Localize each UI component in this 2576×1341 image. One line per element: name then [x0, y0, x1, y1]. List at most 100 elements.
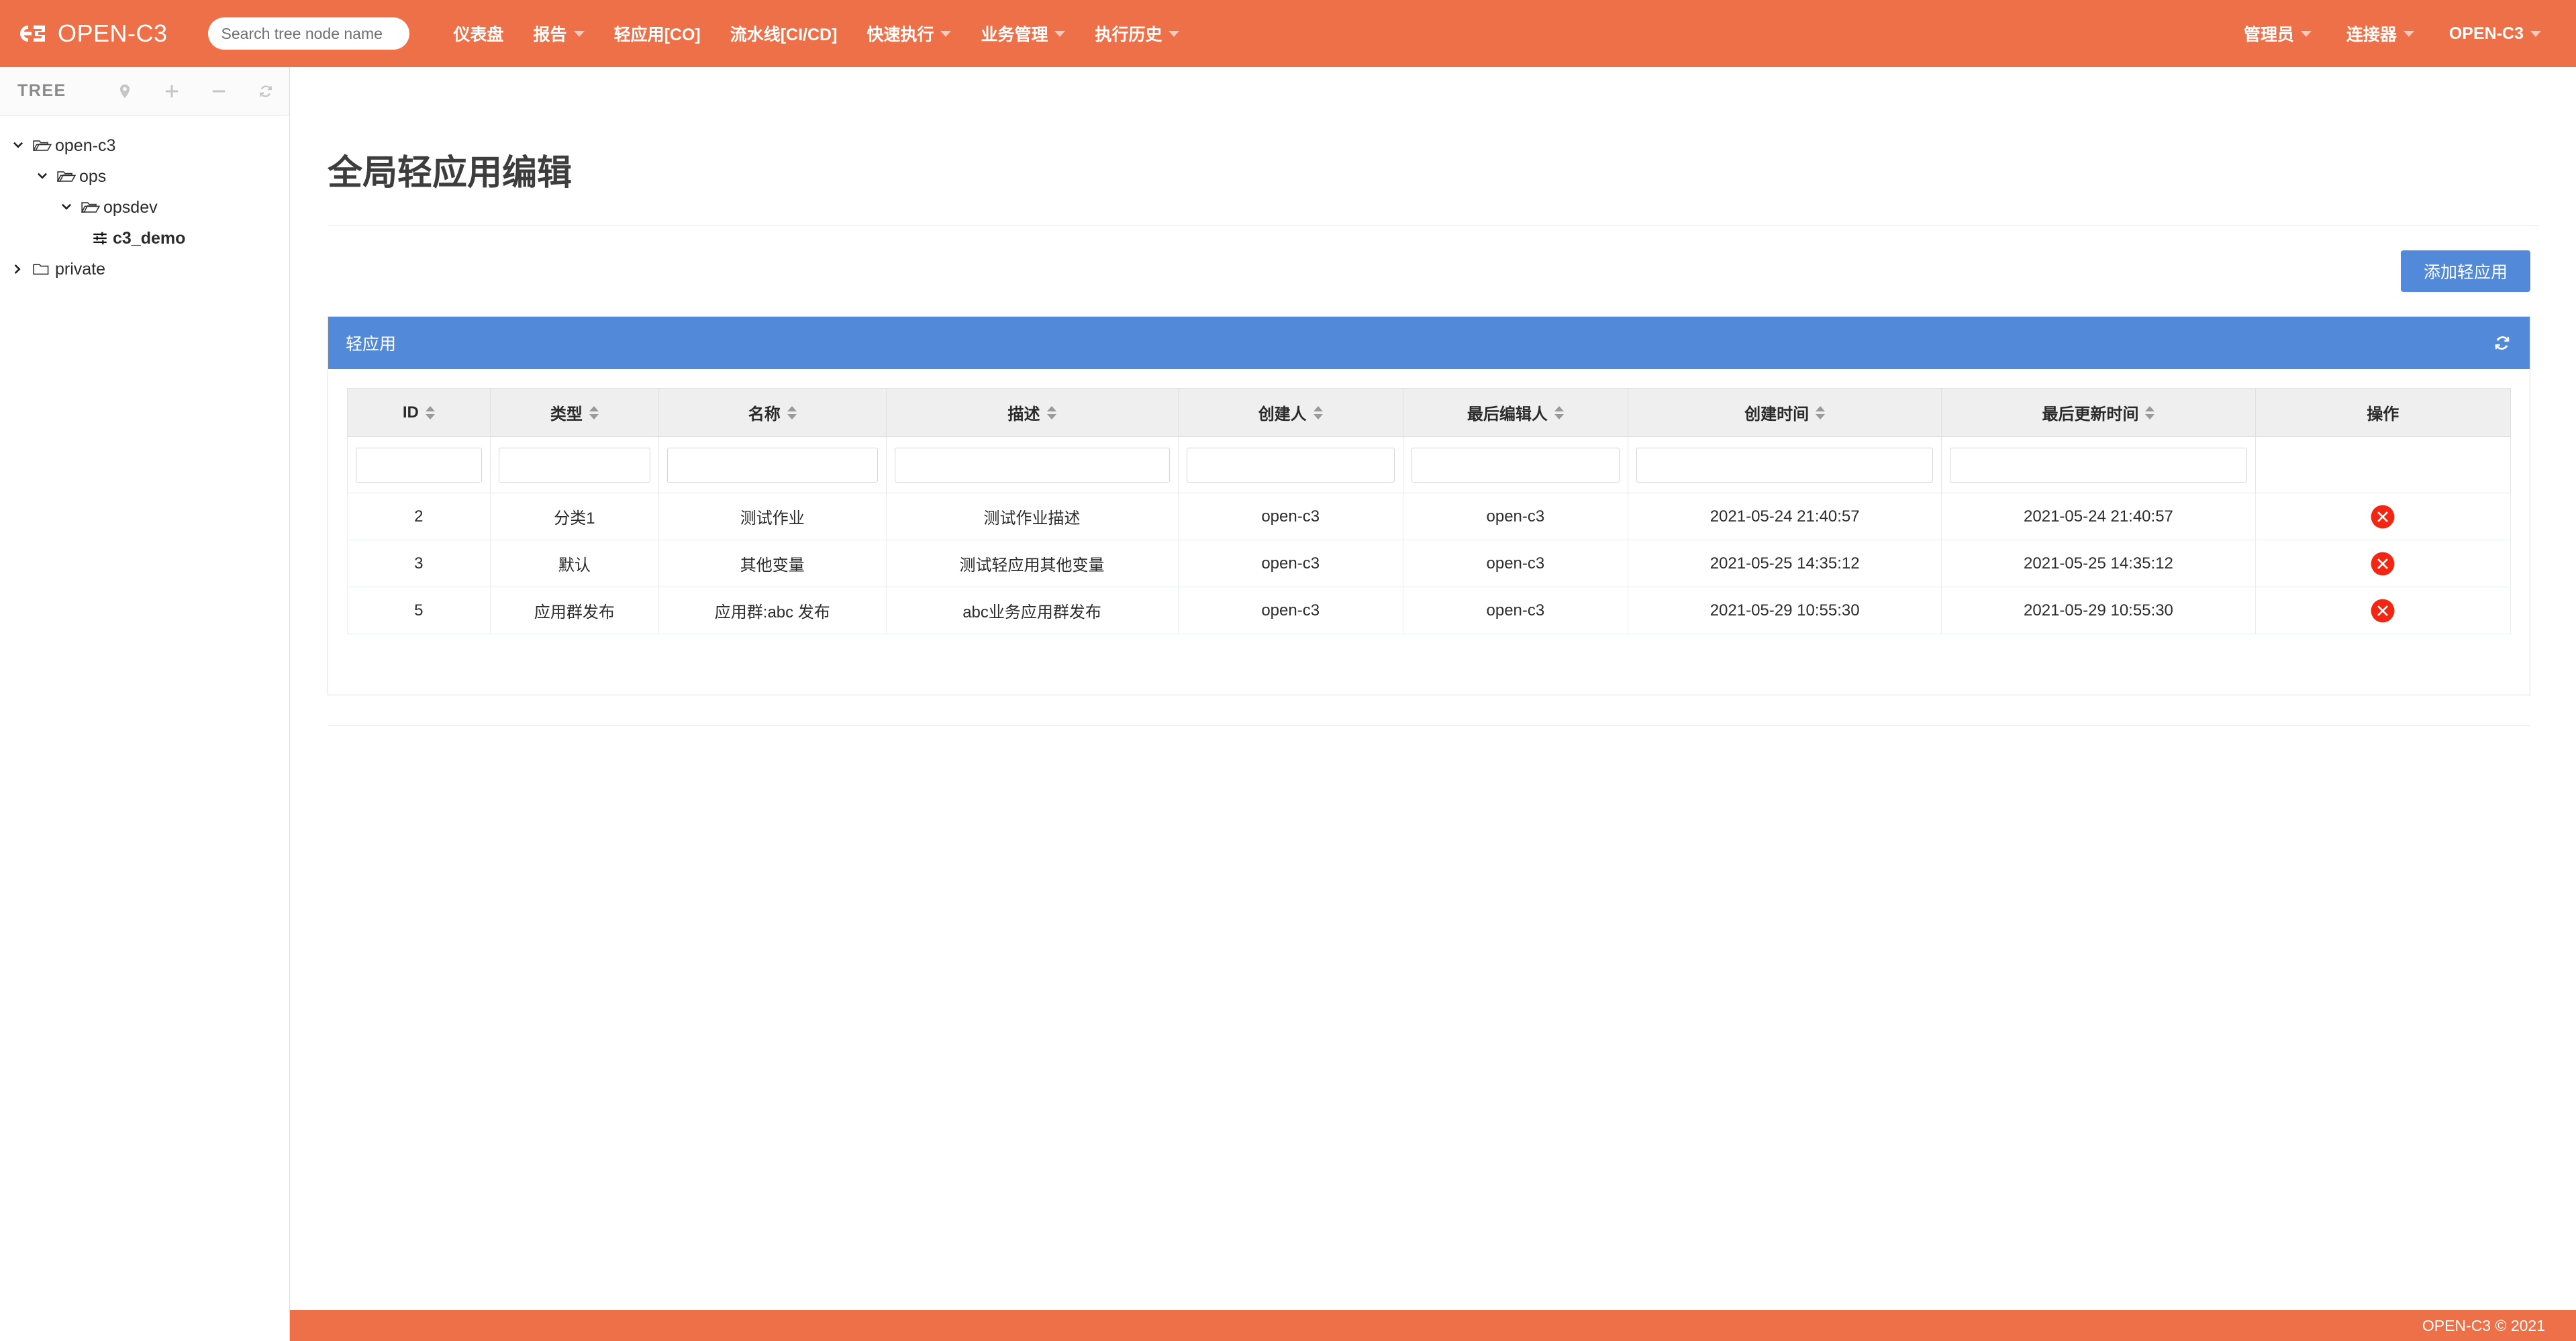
chevron-right-icon[interactable]: [9, 260, 27, 278]
sliders-icon: [90, 230, 110, 247]
filter-input-description[interactable]: [895, 448, 1170, 483]
filter-cell-last-editor: [1403, 437, 1628, 493]
tree-node-c3-demo[interactable]: c3_demo: [0, 223, 289, 254]
filter-input-creator[interactable]: [1187, 448, 1395, 483]
tree-panel-header: TREE: [0, 67, 289, 115]
cell-id: 3: [348, 540, 491, 587]
delete-circle-icon[interactable]: [2370, 551, 2395, 577]
location-pin-icon[interactable]: [116, 83, 134, 100]
brand-logo[interactable]: OPEN-C3: [15, 0, 168, 67]
cell-last-editor: open-c3: [1403, 540, 1628, 587]
delete-circle-icon[interactable]: [2370, 598, 2395, 624]
filter-input-name[interactable]: [667, 448, 877, 483]
cell-description: abc业务应用群发布: [886, 587, 1178, 634]
cell-creator: open-c3: [1178, 493, 1403, 540]
nav-label: 业务管理: [981, 21, 1048, 46]
top-navigation-bar: OPEN-C3 仪表盘 报告 轻应用[CO] 流水线[CI/CD] 快速执行 业…: [0, 0, 2576, 67]
sort-icon[interactable]: [2145, 406, 2154, 419]
cell-description: 测试作业描述: [886, 493, 1178, 540]
content-bottom-divider: [328, 725, 2530, 726]
nav-item-connector[interactable]: 连接器: [2329, 0, 2432, 67]
filter-cell-created-at: [1628, 437, 1941, 493]
refresh-icon[interactable]: [257, 83, 275, 100]
cell-name: 其他变量: [659, 540, 886, 587]
filter-input-updated-at[interactable]: [1950, 448, 2246, 483]
add-lightapp-button[interactable]: 添加轻应用: [2401, 250, 2530, 292]
nav-label: 仪表盘: [454, 21, 504, 46]
tree-node-open-c3[interactable]: open-c3: [0, 130, 289, 161]
column-header-updated-at[interactable]: 最后更新时间: [1942, 389, 2255, 437]
nav-label: 执行历史: [1095, 21, 1162, 46]
nav-item-lightapp-co[interactable]: 轻应用[CO]: [599, 0, 715, 67]
sort-icon[interactable]: [426, 406, 435, 419]
search-container: [208, 17, 409, 50]
sort-icon[interactable]: [787, 406, 797, 419]
delete-circle-icon[interactable]: [2370, 504, 2395, 530]
cell-type: 默认: [490, 540, 658, 587]
filter-cell-description: [886, 437, 1178, 493]
tree-sidebar: TREE o: [0, 67, 290, 1341]
column-header-last-editor[interactable]: 最后编辑人: [1403, 389, 1628, 437]
column-label: 最后编辑人: [1467, 401, 1548, 424]
chevron-down-icon[interactable]: [9, 137, 27, 154]
filter-input-created-at[interactable]: [1636, 448, 1933, 483]
filter-input-last-editor[interactable]: [1411, 448, 1620, 483]
brand-name: OPEN-C3: [58, 19, 168, 48]
cell-description: 测试轻应用其他变量: [886, 540, 1178, 587]
user-menu: 管理员 连接器 OPEN-C3: [2226, 0, 2576, 67]
column-header-created-at[interactable]: 创建时间: [1628, 389, 1941, 437]
minus-icon[interactable]: [210, 83, 228, 100]
column-header-id[interactable]: ID: [348, 389, 491, 437]
nav-item-quick-execute[interactable]: 快速执行: [852, 0, 966, 67]
tree-node-private[interactable]: private: [0, 254, 289, 285]
table-row: 3 默认 其他变量 测试轻应用其他变量 open-c3 open-c3 2021…: [348, 540, 2511, 587]
nav-item-pipeline-cicd[interactable]: 流水线[CI/CD]: [715, 0, 852, 67]
sort-icon[interactable]: [1314, 406, 1323, 419]
action-toolbar: 添加轻应用: [328, 250, 2530, 292]
filter-cell-updated-at: [1942, 437, 2255, 493]
sort-icon[interactable]: [1816, 406, 1825, 419]
column-header-name[interactable]: 名称: [659, 389, 886, 437]
nav-item-account[interactable]: OPEN-C3: [2432, 0, 2559, 67]
filter-cell-id: [348, 437, 491, 493]
cell-id: 2: [348, 493, 491, 540]
filter-input-type[interactable]: [499, 448, 650, 483]
cell-last-editor: open-c3: [1403, 493, 1628, 540]
chevron-down-icon: [1054, 31, 1065, 37]
column-header-type[interactable]: 类型: [490, 389, 658, 437]
nav-item-admin[interactable]: 管理员: [2226, 0, 2329, 67]
c3-logo-icon: [15, 22, 50, 45]
table-row: 2 分类1 测试作业 测试作业描述 open-c3 open-c3 2021-0…: [348, 493, 2511, 540]
folder-open-icon: [32, 137, 52, 154]
column-header-creator[interactable]: 创建人: [1178, 389, 1403, 437]
sort-icon[interactable]: [1554, 406, 1564, 419]
tree-panel-title: TREE: [17, 81, 66, 101]
main-content: 全局轻应用编辑 添加轻应用 轻应用 ID 类型: [290, 67, 2576, 1341]
sort-icon[interactable]: [1047, 406, 1056, 419]
chevron-down-icon[interactable]: [58, 199, 75, 216]
cell-last-editor: open-c3: [1403, 587, 1628, 634]
cell-updated-at: 2021-05-29 10:55:30: [1942, 587, 2255, 634]
filter-cell-creator: [1178, 437, 1403, 493]
plus-icon[interactable]: [163, 83, 181, 100]
nav-item-reports[interactable]: 报告: [519, 0, 599, 67]
panel-title: 轻应用: [346, 331, 396, 355]
nav-item-execution-history[interactable]: 执行历史: [1080, 0, 1194, 67]
refresh-icon[interactable]: [2492, 333, 2512, 353]
chevron-down-icon[interactable]: [34, 168, 51, 185]
cell-actions: [2255, 493, 2510, 540]
table-row: 5 应用群发布 应用群:abc 发布 abc业务应用群发布 open-c3 op…: [348, 587, 2511, 634]
chevron-down-icon: [940, 31, 951, 37]
main-menu: 仪表盘 报告 轻应用[CO] 流水线[CI/CD] 快速执行 业务管理 执行历史: [439, 0, 1195, 67]
tree-node-label: c3_demo: [113, 230, 185, 247]
sort-icon[interactable]: [589, 406, 599, 419]
page-title: 全局轻应用编辑: [328, 144, 2576, 195]
tree-node-opsdev[interactable]: opsdev: [0, 192, 289, 223]
nav-item-dashboard[interactable]: 仪表盘: [439, 0, 519, 67]
tree-list: open-c3 ops opsdev: [0, 115, 289, 285]
filter-input-id[interactable]: [356, 448, 482, 483]
search-input[interactable]: [208, 17, 409, 50]
column-header-description[interactable]: 描述: [886, 389, 1178, 437]
nav-item-business-management[interactable]: 业务管理: [966, 0, 1080, 67]
tree-node-ops[interactable]: ops: [0, 161, 289, 192]
